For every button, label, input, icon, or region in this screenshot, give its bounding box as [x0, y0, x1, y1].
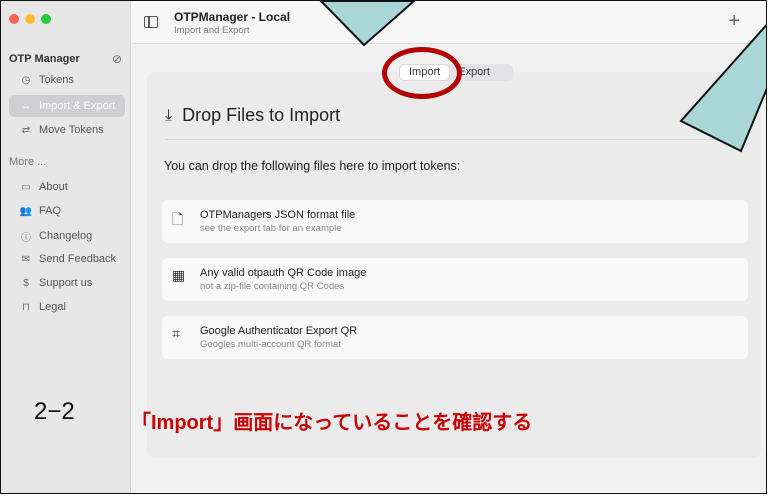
close-window-button[interactable]	[9, 14, 19, 24]
transfer-icon: ⇄	[21, 124, 31, 136]
sidebar-item-label: About	[39, 181, 68, 193]
drop-zone[interactable]: ⤓ Drop Files to Import You can drop the …	[147, 72, 761, 458]
highlight-ellipse	[382, 47, 462, 99]
add-button[interactable]: +	[728, 10, 740, 33]
window-icon: ▭	[21, 181, 31, 193]
minimize-window-button[interactable]	[25, 14, 35, 24]
window-title: OTPManager - Local	[174, 10, 291, 24]
sidebar-item-label: Changelog	[39, 230, 93, 242]
app-window: OTP Manager ⊘ ◷ Tokens ↔ Import & Export…	[0, 0, 767, 494]
window-subtitle: Import and Export	[174, 25, 250, 36]
sidebar-item-label: Send Feedback	[39, 253, 117, 265]
sidebar-title: OTP Manager	[9, 53, 80, 65]
sidebar-item-changelog[interactable]: ⓘ Changelog	[9, 225, 125, 247]
sidebar-item-label: Move Tokens	[39, 124, 104, 136]
annotation-instruction: 「Import」画面になっていることを確認する	[131, 412, 533, 434]
annotation-step-number: 2−2	[34, 398, 75, 425]
qr-scan-icon: ⌗	[172, 325, 180, 341]
file-type-subtitle: not a zip-file containing QR Codes	[200, 281, 345, 292]
sidebar-item-legal[interactable]: ⊓ Legal	[9, 296, 125, 318]
drop-description: You can drop the following files here to…	[164, 159, 461, 173]
file-type-title: OTPManagers JSON format file	[200, 209, 356, 221]
sidebar-item-faq[interactable]: 👥 FAQ	[9, 200, 125, 222]
file-type-subtitle: Googles multi-account QR format	[200, 339, 341, 350]
import-tray-icon: ⤓	[165, 106, 173, 124]
file-type-card-json: 🗋 OTPManagers JSON format file see the e…	[162, 200, 748, 243]
info-icon: ⓘ	[21, 232, 31, 244]
file-type-card-qr: ▦ Any valid otpauth QR Code image not a …	[162, 258, 748, 301]
file-type-title: Any valid otpauth QR Code image	[200, 267, 367, 279]
dollar-icon: $	[23, 277, 29, 289]
divider	[165, 139, 743, 140]
cloud-slash-icon[interactable]: ⊘	[112, 52, 122, 66]
sidebar-header: OTP Manager ⊘	[9, 51, 122, 67]
people-icon: 👥	[19, 205, 33, 217]
clock-icon: ◷	[21, 74, 31, 86]
file-type-card-google: ⌗ Google Authenticator Export QR Googles…	[162, 316, 748, 359]
sidebar-item-support-us[interactable]: $ Support us	[9, 272, 125, 294]
drop-title: ⤓ Drop Files to Import	[165, 105, 340, 126]
titlebar: OTPManager - Local Import and Export +	[132, 1, 766, 44]
sidebar-item-import-export[interactable]: ↔ Import & Export	[9, 95, 125, 117]
sidebar-item-label: Support us	[39, 277, 93, 289]
sidebar-item-label: Tokens	[39, 74, 74, 86]
zoom-window-button[interactable]	[41, 14, 51, 24]
sidebar-section-more: More ...	[9, 156, 47, 168]
sidebar-item-send-feedback[interactable]: ✉ Send Feedback	[9, 248, 125, 270]
sidebar-item-about[interactable]: ▭ About	[9, 176, 125, 198]
qr-code-icon: ▦	[172, 267, 186, 283]
window-controls	[9, 14, 51, 24]
sidebar-item-label: FAQ	[39, 205, 62, 217]
drop-title-label: Drop Files to Import	[182, 105, 341, 125]
file-type-title: Google Authenticator Export QR	[200, 325, 358, 337]
file-type-subtitle: see the export tab for an example	[200, 223, 342, 234]
sidebar-item-label: Import & Export	[39, 100, 116, 112]
sidebar-item-tokens[interactable]: ◷ Tokens	[9, 69, 125, 91]
mail-icon: ✉	[21, 253, 31, 265]
sidebar-item-label: Legal	[39, 301, 66, 313]
bookmark-icon: ⊓	[22, 301, 30, 313]
sidebar-item-move-tokens[interactable]: ⇄ Move Tokens	[9, 119, 125, 141]
sidebar-toggle-icon[interactable]	[144, 16, 158, 28]
document-icon: 🗋	[172, 211, 184, 227]
arrows-icon: ↔	[21, 100, 31, 112]
